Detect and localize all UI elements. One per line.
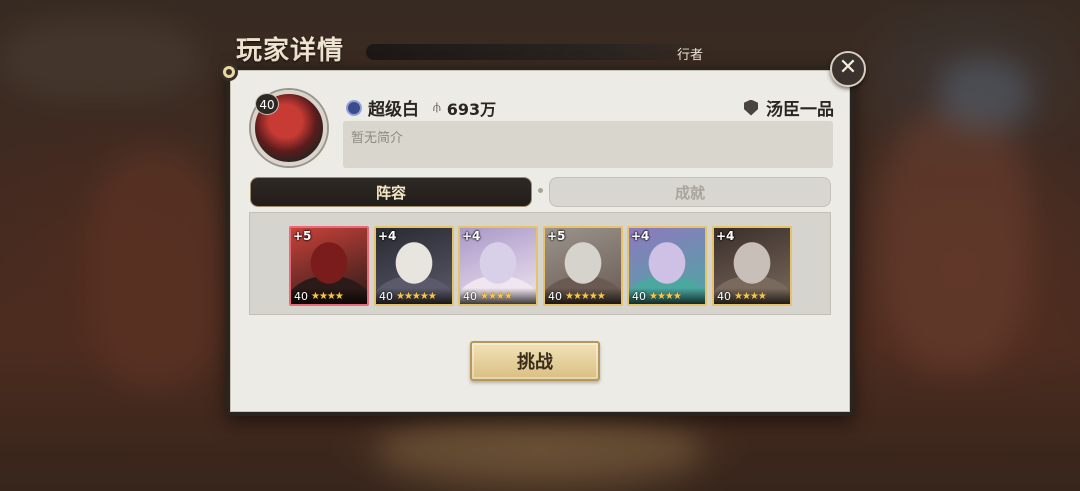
hero-level: 40 xyxy=(379,289,393,303)
player-name: 超级白 xyxy=(368,100,419,120)
hero-card[interactable]: +4 40 ★★★★ xyxy=(458,226,538,306)
hero-level: 40 xyxy=(548,289,562,303)
title-bar-text: 行者 xyxy=(677,48,704,63)
hero-info-bar: 40 ★★★★★ xyxy=(545,288,621,304)
tab-separator-dot xyxy=(538,188,543,193)
challenge-button[interactable]: 挑战 xyxy=(470,341,600,381)
hero-stars: ★★★★ xyxy=(734,290,767,302)
page-title: 玩家详情 xyxy=(236,36,345,66)
hero-card[interactable]: +5 40 ★★★★ xyxy=(289,226,369,306)
player-power: 693万 xyxy=(446,99,497,119)
tab-achievements[interactable]: 成就 xyxy=(549,177,831,207)
player-name-row: 超级白 ⫛ 693万 xyxy=(346,95,496,120)
hero-card[interactable]: +5 40 ★★★★★ xyxy=(543,226,623,306)
hero-stars: ★★★★ xyxy=(480,290,513,302)
player-level-badge: 40 xyxy=(255,93,279,115)
close-button[interactable]: ✕ xyxy=(830,51,866,87)
hero-plus: +4 xyxy=(631,229,650,243)
hero-plus: +4 xyxy=(378,229,397,243)
hero-plus: +4 xyxy=(716,229,735,243)
hero-level: 40 xyxy=(632,289,646,303)
title-bar-strip xyxy=(366,44,716,60)
player-title-row: 汤臣一品 xyxy=(744,95,834,120)
rank-emblem-icon xyxy=(346,99,362,116)
power-icon: ⫛ xyxy=(433,100,441,115)
hero-card[interactable]: +4 40 ★★★★ xyxy=(712,226,792,306)
player-rank-title: 汤臣一品 xyxy=(766,100,834,120)
hero-level: 40 xyxy=(463,289,477,303)
hero-stars: ★★★★ xyxy=(311,290,344,302)
tab-lineup[interactable]: 阵容 xyxy=(250,177,532,207)
hero-card[interactable]: +4 40 ★★★★★ xyxy=(374,226,454,306)
hero-stars: ★★★★★ xyxy=(396,290,437,302)
hero-level: 40 xyxy=(294,289,308,303)
player-bio: 暂无简介 xyxy=(343,121,833,168)
hero-info-bar: 40 ★★★★★ xyxy=(376,288,452,304)
hero-info-bar: 40 ★★★★ xyxy=(291,288,367,304)
hero-plus: +5 xyxy=(547,229,566,243)
hero-plus: +4 xyxy=(462,229,481,243)
shield-icon xyxy=(744,99,758,116)
hero-stars: ★★★★ xyxy=(649,290,682,302)
hero-info-bar: 40 ★★★★ xyxy=(460,288,536,304)
hero-info-bar: 40 ★★★★ xyxy=(714,288,790,304)
hero-level: 40 xyxy=(717,289,731,303)
corner-pin-icon xyxy=(220,63,238,81)
hero-stars: ★★★★★ xyxy=(565,290,606,302)
hero-info-bar: 40 ★★★★ xyxy=(629,288,705,304)
hero-card[interactable]: +4 40 ★★★★ xyxy=(627,226,707,306)
hero-plus: +5 xyxy=(293,229,312,243)
